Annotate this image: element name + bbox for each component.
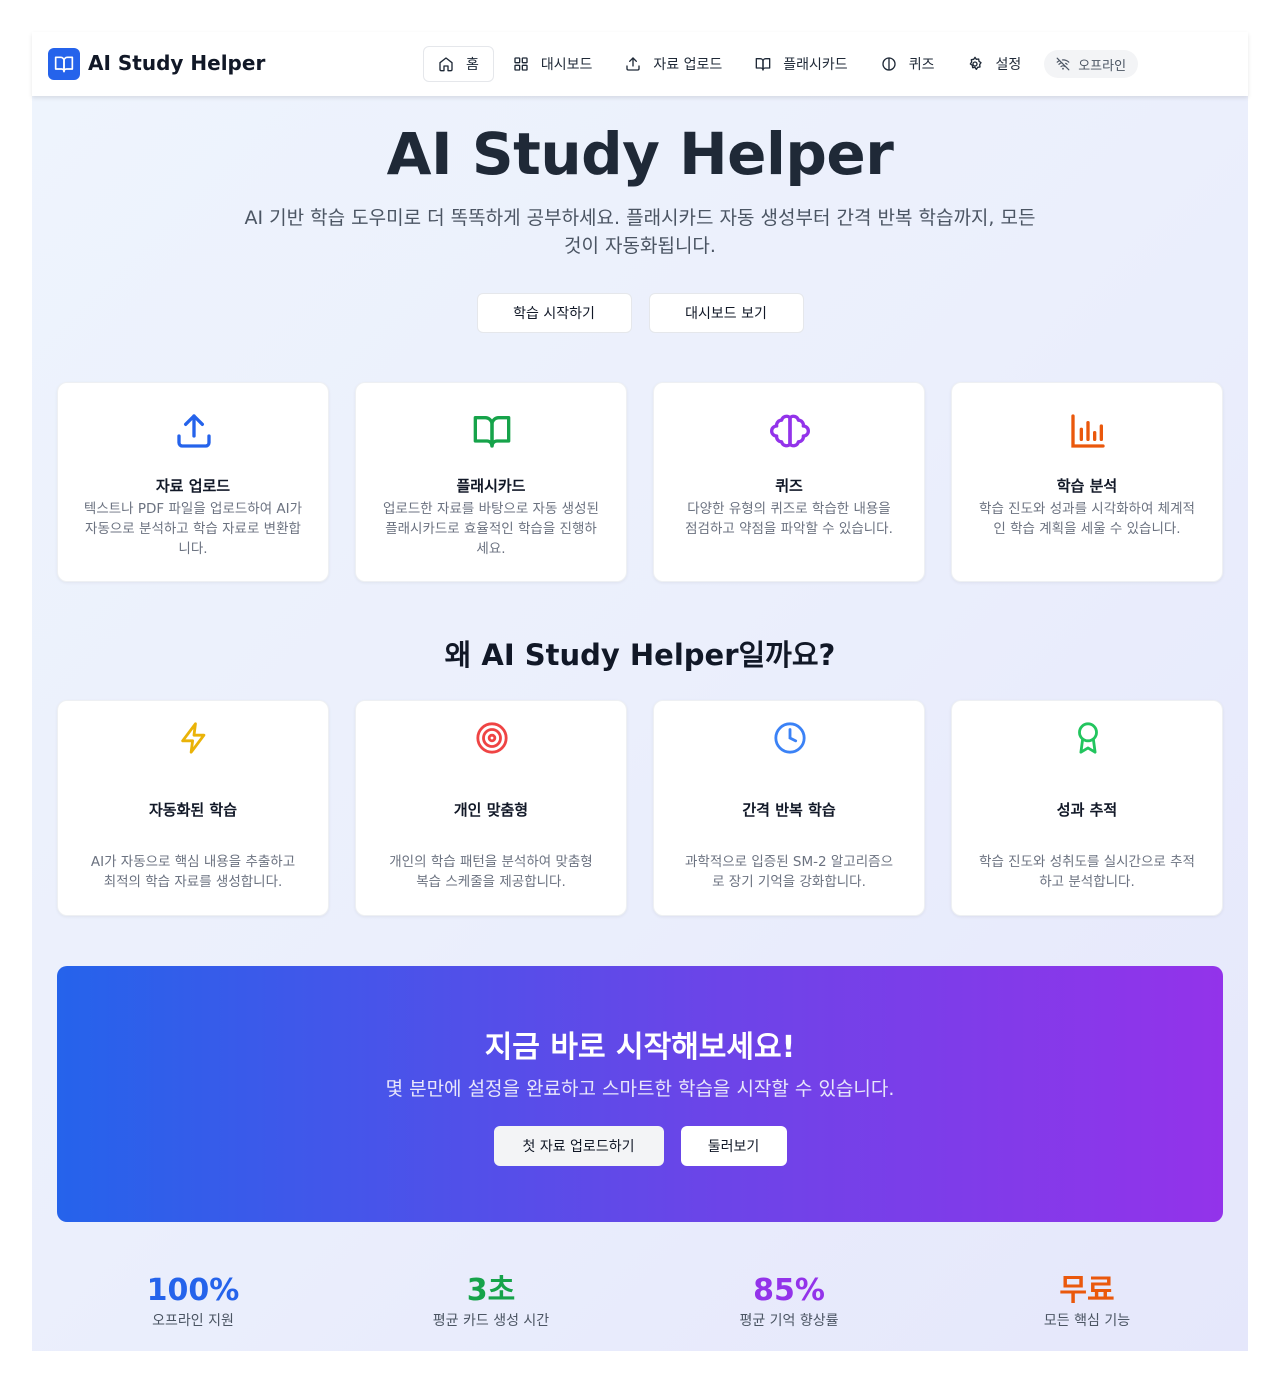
view-dashboard-button[interactable]: 대시보드 보기 — [648, 293, 804, 333]
stat-value: 무료 — [1059, 1273, 1115, 1308]
why-card-automation: 자동화된 학습 AI가 자동으로 핵심 내용을 추출하고 최적의 학습 자료를 … — [57, 700, 329, 916]
book-icon — [755, 58, 771, 71]
feature-description: 텍스트나 PDF 파일을 업로드하여 AI가 자동으로 분석하고 학습 자료로 … — [83, 501, 303, 557]
stat-free: 무료 모든 핵심 기능 — [951, 1272, 1223, 1330]
hero-title: AI Study Helper — [386, 120, 894, 188]
cta-buttons: 첫 자료 업로드하기 둘러보기 — [57, 1126, 1223, 1166]
lightning-icon — [181, 722, 206, 754]
gear-icon — [970, 56, 983, 70]
why-card-title: 개인 맞춤형 — [453, 801, 529, 819]
stat-label: 평균 카드 생성 시간 — [432, 1313, 550, 1329]
target-icon — [476, 722, 508, 754]
nav-item-quiz[interactable]: 퀴즈 — [867, 46, 949, 82]
nav-label: 설정 — [995, 57, 1022, 73]
feature-description: 업로드한 자료를 바탕으로 자동 생성된 플래시카드로 효율적인 학습을 진행하… — [383, 501, 599, 557]
why-card-personalized: 개인 맞춤형 개인의 학습 패턴을 분석하여 맞춤형 복습 스케줄을 제공합니다… — [355, 700, 627, 916]
home-icon — [439, 57, 453, 72]
nav-item-settings[interactable]: 설정 — [953, 46, 1035, 82]
page: AI Study Helper 홈 대시보드 자료 업로드 플래시카드 퀴즈 설… — [32, 32, 1248, 1351]
why-card-description: AI가 자동으로 핵심 내용을 추출하고 최적의 학습 자료를 생성합니다. — [90, 854, 296, 890]
feature-title: 자료 업로드 — [155, 477, 231, 495]
feature-card-analytics[interactable]: 학습 분석 학습 진도와 성과를 시각화하여 체계적인 학습 계획을 세울 수 … — [951, 382, 1223, 582]
nav-item-home[interactable]: 홈 — [423, 46, 494, 82]
why-card-title: 자동화된 학습 — [148, 801, 238, 819]
grid-icon — [514, 57, 528, 71]
stat-card-time: 3초 평균 카드 생성 시간 — [355, 1272, 627, 1330]
why-card-description: 개인의 학습 패턴을 분석하여 맞춤형 복습 스케줄을 제공합니다. — [389, 854, 593, 890]
hero-subtitle: AI 기반 학습 도우미로 더 똑똑하게 공부하세요. 플래시카드 자동 생성부… — [244, 207, 1036, 257]
nav-label: 플래시카드 — [783, 57, 848, 73]
feature-title: 퀴즈 — [775, 477, 803, 495]
why-card-tracking: 성과 추적 학습 진도와 성취도를 실시간으로 추적하고 분석합니다. — [951, 700, 1223, 916]
why-card-title: 성과 추적 — [1056, 801, 1118, 819]
why-card-description: 학습 진도와 성취도를 실시간으로 추적하고 분석합니다. — [979, 854, 1195, 890]
bar-chart-icon — [1071, 414, 1105, 448]
explore-button[interactable]: 둘러보기 — [680, 1126, 787, 1166]
hero-buttons: 학습 시작하기 대시보드 보기 — [32, 293, 1248, 333]
offline-label: 오프라인 — [1078, 58, 1127, 74]
brain-icon — [882, 57, 896, 71]
cta-title: 지금 바로 시작해보세요! — [484, 1030, 796, 1065]
why-section-title: 왜 AI Study Helper일까요? — [444, 638, 836, 672]
feature-card-upload[interactable]: 자료 업로드 텍스트나 PDF 파일을 업로드하여 AI가 자동으로 분석하고 … — [57, 382, 329, 582]
nav-label: 홈 — [466, 57, 479, 73]
top-navbar: AI Study Helper 홈 대시보드 자료 업로드 플래시카드 퀴즈 설… — [32, 32, 1248, 96]
first-upload-button[interactable]: 첫 자료 업로드하기 — [493, 1126, 664, 1166]
stat-value: 85% — [753, 1273, 825, 1308]
stat-label: 오프라인 지원 — [152, 1313, 234, 1329]
stat-memory: 85% 평균 기억 향상률 — [653, 1272, 925, 1330]
feature-card-flashcards[interactable]: 플래시카드 업로드한 자료를 바탕으로 자동 생성된 플래시카드로 효율적인 학… — [355, 382, 627, 582]
logo-book-icon[interactable] — [48, 48, 80, 80]
brain-icon — [770, 414, 810, 448]
nav-label: 대시보드 — [540, 57, 593, 73]
feature-description: 다양한 유형의 퀴즈로 학습한 내용을 점검하고 약점을 파악할 수 있습니다. — [685, 501, 893, 537]
feature-description: 학습 진도와 성과를 시각화하여 체계적인 학습 계획을 세울 수 있습니다. — [979, 501, 1195, 537]
offline-status-badge: 오프라인 — [1044, 50, 1139, 78]
nav-item-dashboard[interactable]: 대시보드 — [499, 46, 607, 82]
nav-item-upload[interactable]: 자료 업로드 — [611, 46, 736, 82]
brand-name[interactable]: AI Study Helper — [88, 51, 265, 75]
stat-label: 모든 핵심 기능 — [1043, 1313, 1131, 1329]
stat-value: 100% — [146, 1273, 240, 1308]
stat-label: 평균 기억 향상률 — [739, 1313, 839, 1329]
nav-label: 퀴즈 — [908, 57, 935, 73]
upload-icon — [177, 414, 211, 448]
award-icon — [1078, 722, 1098, 754]
why-card-spaced-repetition: 간격 반복 학습 과학적으로 입증된 SM-2 알고리즘으로 장기 기억을 강화… — [653, 700, 925, 916]
stat-offline: 100% 오프라인 지원 — [57, 1272, 329, 1330]
wifi-off-icon — [1056, 57, 1070, 71]
cta-banner: 지금 바로 시작해보세요! 몇 분만에 설정을 완료하고 스마트한 학습을 시작… — [57, 966, 1223, 1222]
nav-label: 자료 업로드 — [653, 57, 723, 73]
feature-card-quiz[interactable]: 퀴즈 다양한 유형의 퀴즈로 학습한 내용을 점검하고 약점을 파악할 수 있습… — [653, 382, 925, 582]
start-learning-button[interactable]: 학습 시작하기 — [476, 293, 632, 333]
feature-title: 플래시카드 — [456, 477, 526, 495]
cta-subtitle: 몇 분만에 설정을 완료하고 스마트한 학습을 시작할 수 있습니다. — [385, 1078, 895, 1100]
clock-icon — [774, 722, 806, 754]
why-card-description: 과학적으로 입증된 SM-2 알고리즘으로 장기 기억을 강화합니다. — [684, 854, 893, 890]
feature-title: 학습 분석 — [1056, 477, 1118, 495]
why-card-title: 간격 반복 학습 — [742, 801, 836, 819]
nav-item-flashcards[interactable]: 플래시카드 — [741, 46, 861, 82]
book-open-icon — [473, 416, 511, 448]
upload-icon — [626, 57, 641, 71]
main-nav: 홈 대시보드 자료 업로드 플래시카드 퀴즈 설정 오프라인 — [423, 46, 1139, 82]
stat-value: 3초 — [466, 1273, 516, 1308]
